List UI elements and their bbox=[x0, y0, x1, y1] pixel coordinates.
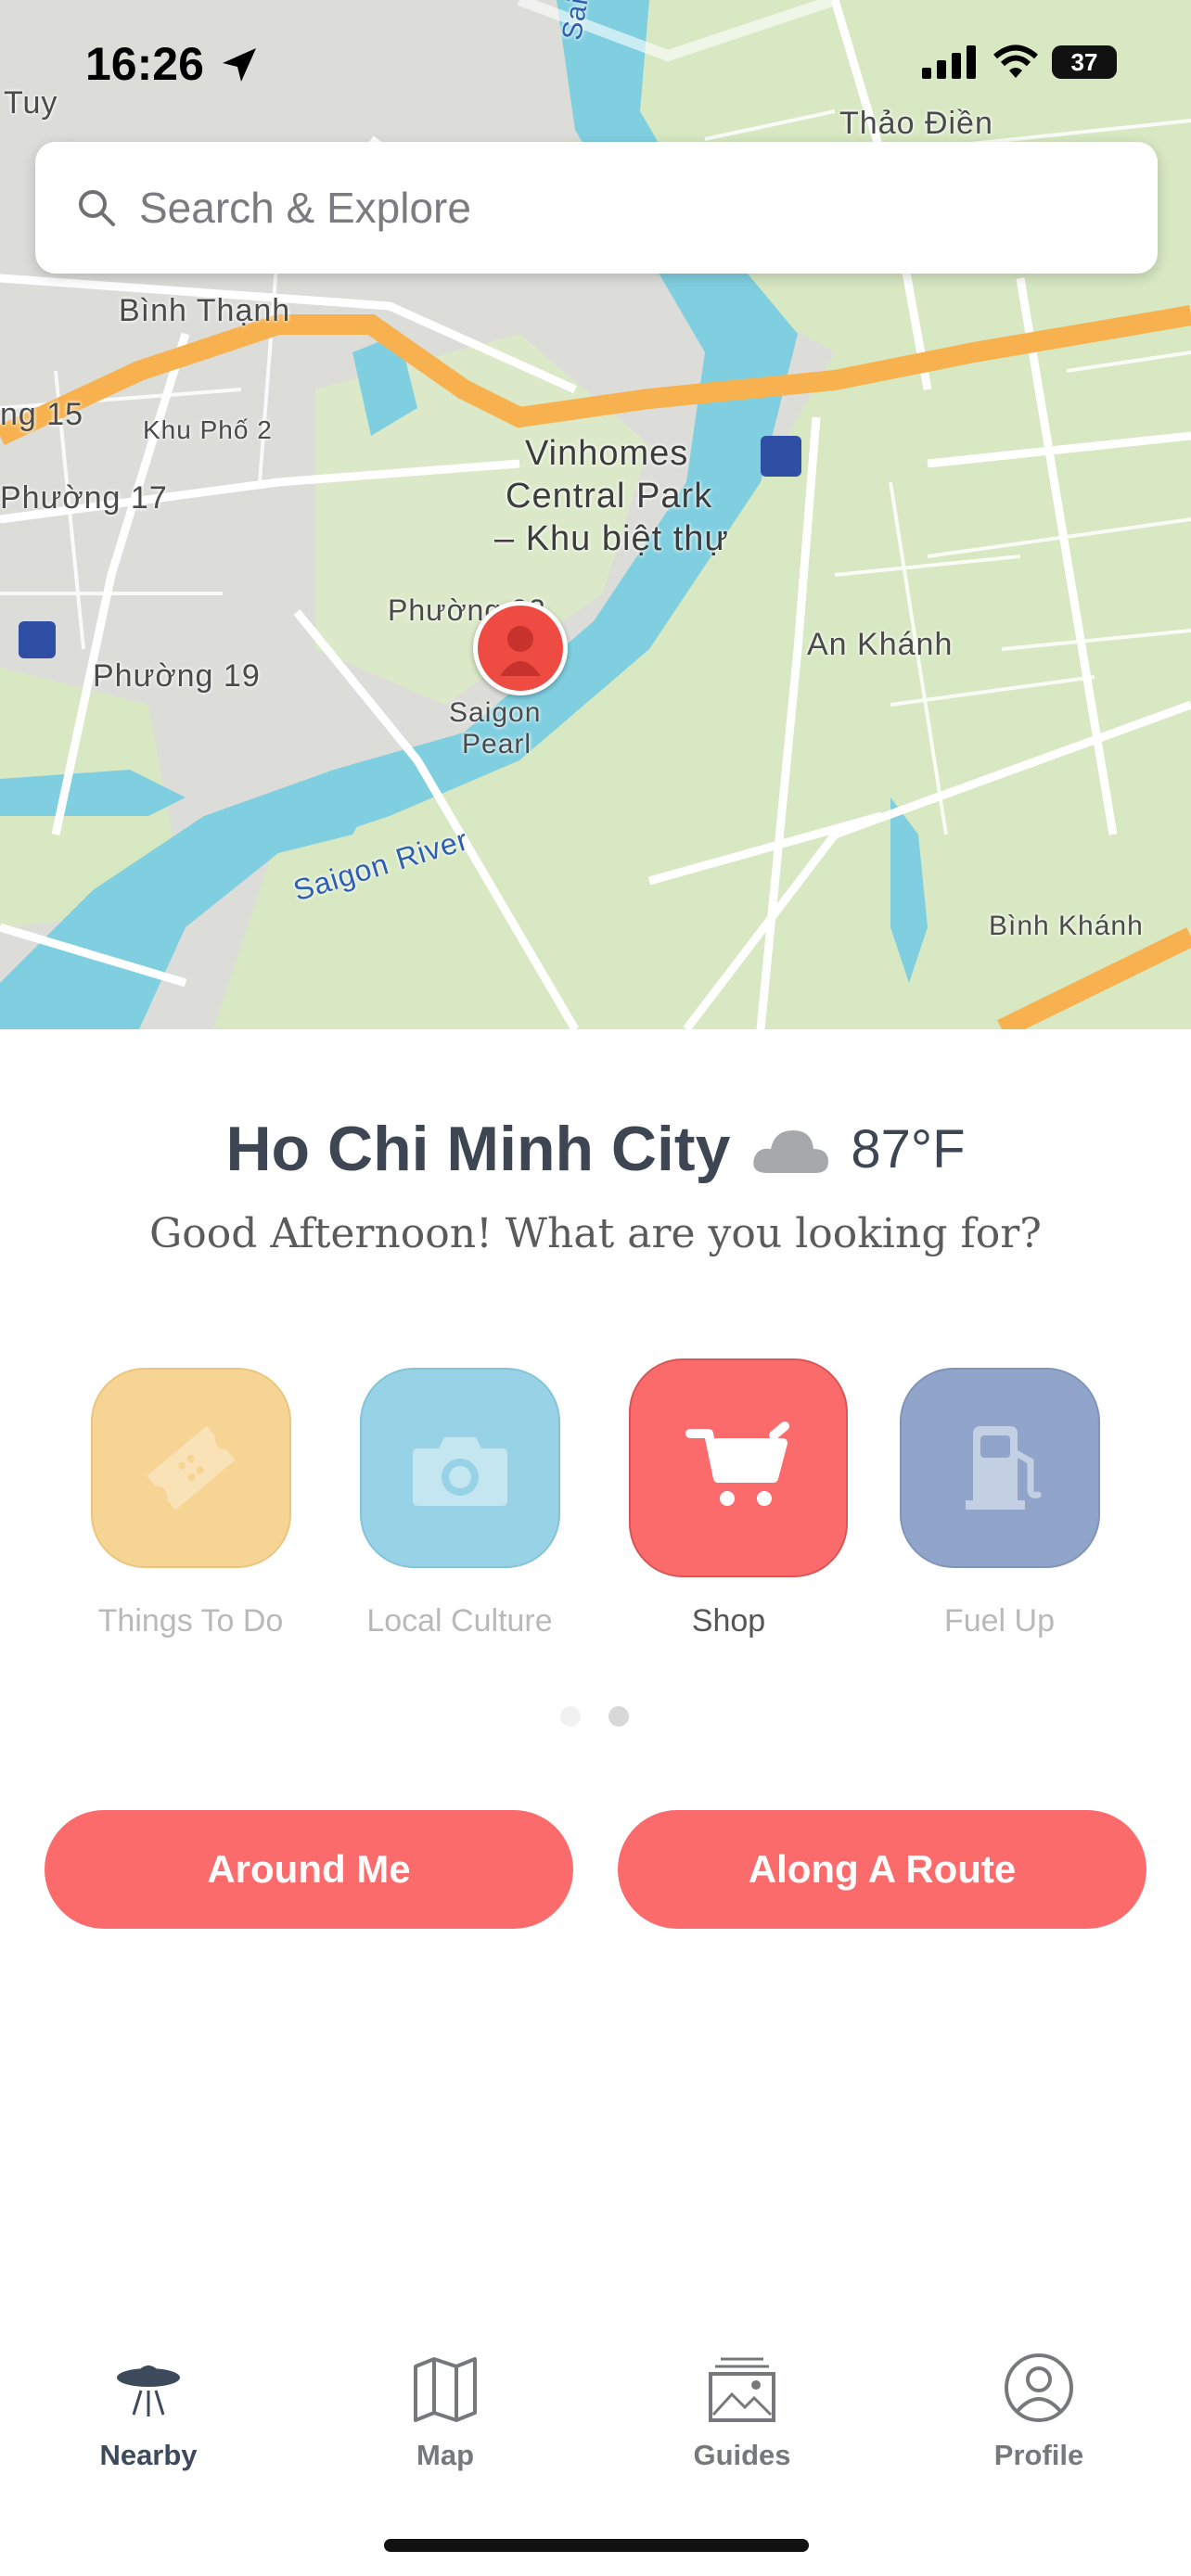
category-label: Fuel Up bbox=[943, 1603, 1056, 1639]
tab-bar: Nearby Map Guides Profile bbox=[0, 2346, 1191, 2494]
category-tile[interactable] bbox=[91, 1368, 291, 1568]
map-label-vinhomes: Vinhomes bbox=[525, 434, 689, 473]
tab-label: Profile bbox=[993, 2439, 1084, 2471]
category-tile[interactable] bbox=[900, 1368, 1100, 1568]
city-name: Ho Chi Minh City bbox=[225, 1114, 731, 1184]
map-icon bbox=[414, 2357, 477, 2422]
tab-label: Guides bbox=[693, 2439, 791, 2471]
guides-icon bbox=[709, 2357, 775, 2422]
page-indicator[interactable] bbox=[560, 1706, 629, 1727]
around-me-button[interactable]: Around Me bbox=[45, 1810, 573, 1929]
status-time: 16:26 bbox=[85, 38, 204, 90]
tab-nearby[interactable]: Nearby bbox=[56, 2346, 241, 2472]
ufo-icon bbox=[117, 2366, 180, 2417]
map-label-khu-pho-2: Khu Phố 2 bbox=[143, 415, 273, 444]
battery-indicator: 37 bbox=[1052, 45, 1117, 79]
map-label-binh-khanh: Bình Khánh bbox=[989, 911, 1144, 941]
map-label-binh-thanh: Bình Thạnh bbox=[119, 293, 291, 328]
fuel-pump-icon bbox=[966, 1426, 1042, 1510]
category-things-to-do[interactable]: Things To Do bbox=[91, 1368, 291, 1639]
tab-label: Nearby bbox=[99, 2439, 198, 2471]
category-label: Local Culture bbox=[366, 1603, 553, 1639]
location-pin[interactable] bbox=[473, 601, 568, 695]
status-icons: 37 bbox=[922, 45, 1117, 80]
map-label-saigon-pearl-2: Pearl bbox=[462, 729, 532, 759]
temperature: 87°F bbox=[851, 1118, 966, 1180]
cloud-icon bbox=[753, 1130, 829, 1173]
along-a-route-button[interactable]: Along A Route bbox=[618, 1810, 1146, 1929]
map-label-phuong-17: Phường 17 bbox=[0, 480, 168, 516]
location-header: Ho Chi Minh City 87°F bbox=[0, 1113, 1191, 1185]
cellular-signal-icon bbox=[922, 45, 976, 79]
search-bar[interactable]: Search & Explore bbox=[35, 142, 1158, 274]
tab-profile[interactable]: Profile bbox=[946, 2346, 1132, 2472]
tab-guides[interactable]: Guides bbox=[649, 2346, 835, 2472]
home-indicator[interactable] bbox=[384, 2539, 809, 2552]
status-bar: 16:26 37 bbox=[0, 0, 1191, 130]
category-local-culture[interactable]: Local Culture bbox=[360, 1368, 560, 1639]
map-label-phuong-19: Phường 19 bbox=[93, 658, 261, 694]
tab-map[interactable]: Map bbox=[352, 2346, 538, 2472]
category-tile[interactable] bbox=[360, 1368, 560, 1568]
camera-icon bbox=[413, 1437, 507, 1506]
search-icon bbox=[79, 190, 115, 226]
search-input[interactable]: Search & Explore bbox=[139, 183, 471, 233]
tab-label: Map bbox=[416, 2439, 474, 2471]
map-label-khu-biet-thu: – Khu biệt thự bbox=[494, 519, 729, 558]
greeting-text: Good Afternoon! What are you looking for… bbox=[149, 1210, 1042, 1257]
profile-icon bbox=[1005, 2353, 1073, 2422]
category-shop[interactable]: Shop bbox=[629, 1358, 848, 1639]
cart-icon bbox=[685, 1422, 789, 1506]
category-tile[interactable] bbox=[629, 1358, 848, 1577]
map-label-an-khanh: An Khánh bbox=[807, 627, 954, 662]
wifi-icon bbox=[993, 45, 1038, 78]
ticket-icon bbox=[147, 1425, 236, 1511]
location-arrow-icon bbox=[223, 48, 256, 82]
map-label-central-park: Central Park bbox=[506, 477, 713, 516]
person-icon bbox=[500, 626, 541, 676]
map-label-ng15: ng 15 bbox=[0, 397, 84, 432]
category-label: Things To Do bbox=[97, 1603, 284, 1639]
page-dot-1[interactable] bbox=[560, 1706, 581, 1727]
category-fuel-up[interactable]: Fuel Up bbox=[900, 1368, 1100, 1639]
map-label-saigon-pearl-1: Saigon bbox=[449, 697, 542, 728]
category-label: Shop bbox=[691, 1603, 766, 1639]
page-dot-2[interactable] bbox=[608, 1706, 629, 1727]
